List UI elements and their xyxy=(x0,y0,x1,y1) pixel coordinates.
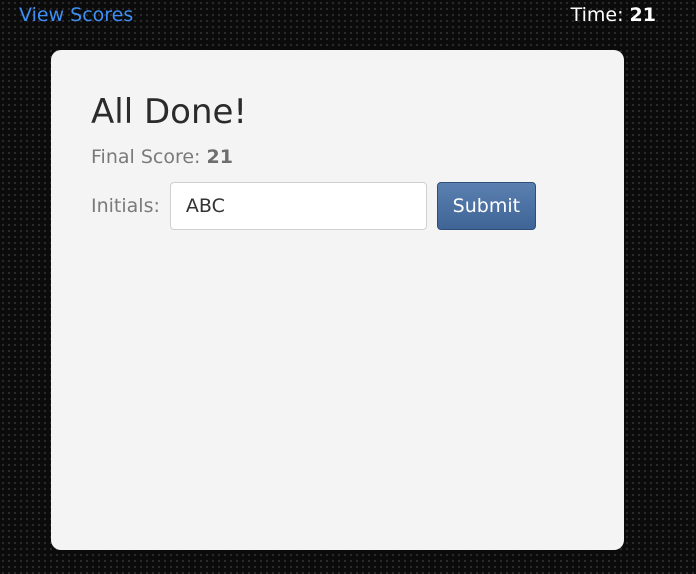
timer: Time: 21 xyxy=(571,3,656,27)
initials-input[interactable] xyxy=(169,182,427,230)
initials-label: Initials: xyxy=(91,195,160,217)
quiz-card: All Done! Final Score: 21 Initials: Subm… xyxy=(51,50,624,550)
final-score-label: Final Score: xyxy=(91,146,201,168)
page-title: All Done! xyxy=(91,92,248,132)
submit-button[interactable]: Submit xyxy=(436,182,536,230)
final-score: Final Score: 21 xyxy=(91,145,233,169)
timer-value: 21 xyxy=(629,4,656,26)
view-scores-link[interactable]: View Scores xyxy=(19,3,133,27)
initials-form: Initials: Submit xyxy=(91,182,536,230)
final-score-value: 21 xyxy=(206,146,233,168)
timer-label: Time: xyxy=(570,4,624,26)
